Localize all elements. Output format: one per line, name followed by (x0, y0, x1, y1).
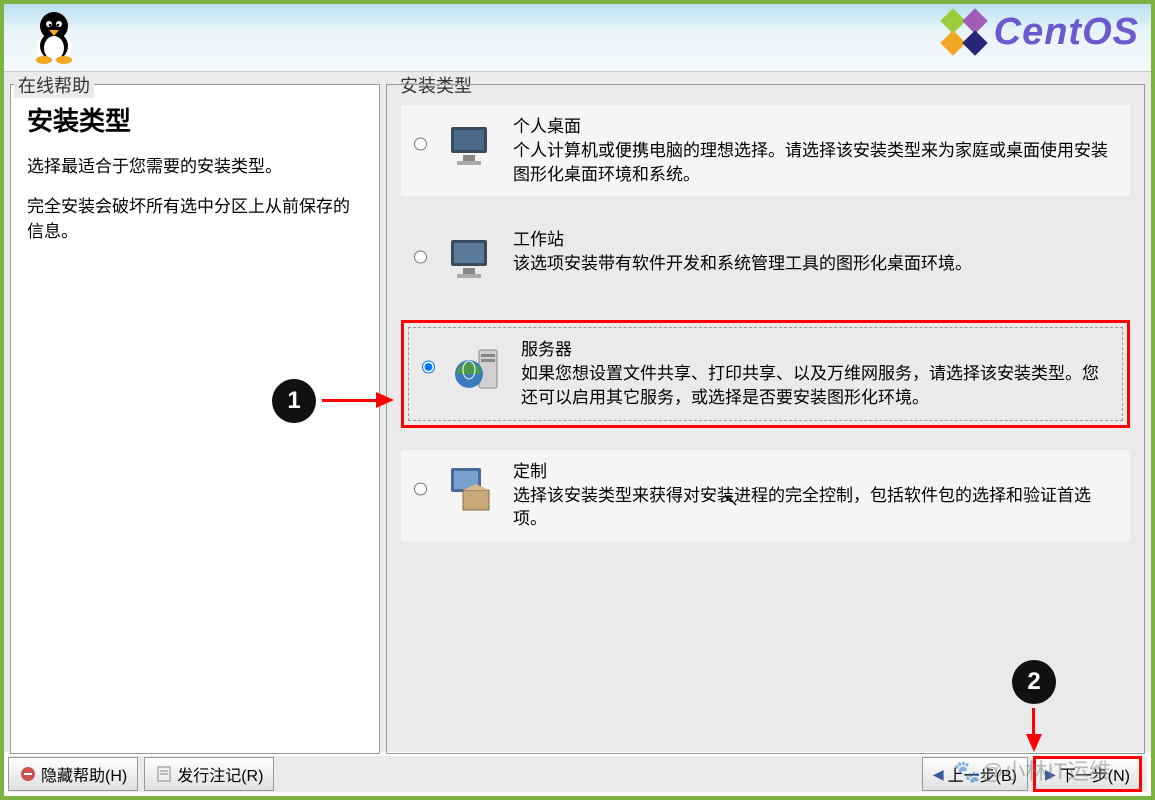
annotation-badge-1: 1 (272, 379, 316, 423)
release-notes-button[interactable]: 发行注记(R) (144, 757, 274, 791)
triangle-left-icon: ◀ (933, 766, 944, 783)
content-panel: 安装类型 个人桌面 个人计算机或便携电脑的理想选择。请选择该安装类型来为家庭或桌… (386, 78, 1145, 746)
triangle-right-icon: ▶ (1045, 766, 1056, 783)
radio-custom[interactable] (414, 481, 427, 497)
hide-help-button[interactable]: 隐藏帮助(H) (8, 757, 138, 791)
annotation-arrow-1-head (376, 392, 394, 408)
back-button[interactable]: ◀ 上一步(B) (922, 757, 1028, 791)
option-title: 定制 (513, 460, 1122, 484)
option-title: 服务器 (521, 338, 1114, 362)
workstation-icon (441, 228, 501, 288)
option-desc: 个人计算机或便携电脑的理想选择。请选择该安装类型来为家庭或桌面使用安装图形化桌面… (513, 139, 1122, 187)
header-banner: CentOS (4, 4, 1151, 72)
centos-icon (940, 8, 988, 56)
next-button[interactable]: ▶ 下一步(N) (1034, 757, 1141, 791)
desktop-icon (441, 115, 501, 175)
annotation-badge-2: 2 (1012, 660, 1056, 704)
option-desc: 该选项安装带有软件开发和系统管理工具的图形化桌面环境。 (513, 252, 1122, 276)
option-server[interactable]: 服务器 如果您想设置文件共享、打印共享、以及万维网服务，请选择该安装类型。您还可… (408, 327, 1123, 420)
next-label: 下一步(N) (1060, 762, 1130, 786)
centos-brand-text: CentOS (994, 11, 1139, 54)
annotation-arrow-1-line (322, 399, 377, 402)
radio-personal-desktop[interactable] (414, 136, 427, 152)
radio-workstation[interactable] (414, 249, 427, 265)
help-title: 安装类型 (27, 101, 363, 138)
back-label: 上一步(B) (948, 762, 1017, 786)
server-highlight-box: 服务器 如果您想设置文件共享、打印共享、以及万维网服务，请选择该安装类型。您还可… (401, 320, 1130, 427)
release-notes-label: 发行注记(R) (177, 762, 263, 786)
tux-icon (24, 6, 84, 66)
help-panel: 在线帮助 安装类型 选择最适合于您需要的安装类型。 完全安装会破坏所有选中分区上… (10, 78, 380, 746)
server-icon (449, 338, 509, 398)
custom-icon (441, 460, 501, 520)
option-desc: 如果您想设置文件共享、打印共享、以及万维网服务，请选择该安装类型。您还可以启用其… (521, 362, 1114, 410)
option-title: 个人桌面 (513, 115, 1122, 139)
centos-logo: CentOS (940, 8, 1139, 56)
notes-icon (155, 765, 173, 783)
help-legend: 在线帮助 (14, 72, 94, 98)
option-title: 工作站 (513, 228, 1122, 252)
option-custom[interactable]: 定制 选择该安装类型来获得对安装进程的完全控制，包括软件包的选择和验证首选项。 (401, 450, 1130, 541)
cursor-icon: ↖ (724, 490, 739, 511)
help-paragraph-2: 完全安装会破坏所有选中分区上从前保存的信息。 (27, 194, 363, 245)
option-workstation[interactable]: 工作站 该选项安装带有软件开发和系统管理工具的图形化桌面环境。 (401, 218, 1130, 298)
radio-server[interactable] (422, 359, 435, 375)
annotation-arrow-2-head (1026, 734, 1042, 752)
help-paragraph-1: 选择最适合于您需要的安装类型。 (27, 154, 363, 180)
annotation-arrow-2-line (1032, 708, 1035, 736)
hide-help-icon (19, 765, 37, 783)
option-desc: 选择该安装类型来获得对安装进程的完全控制，包括软件包的选择和验证首选项。 (513, 484, 1122, 532)
option-personal-desktop[interactable]: 个人桌面 个人计算机或便携电脑的理想选择。请选择该安装类型来为家庭或桌面使用安装… (401, 105, 1130, 196)
hide-help-label: 隐藏帮助(H) (41, 762, 127, 786)
footer-bar: 隐藏帮助(H) 发行注记(R) ◀ 上一步(B) ▶ 下一步(N) (8, 756, 1147, 792)
